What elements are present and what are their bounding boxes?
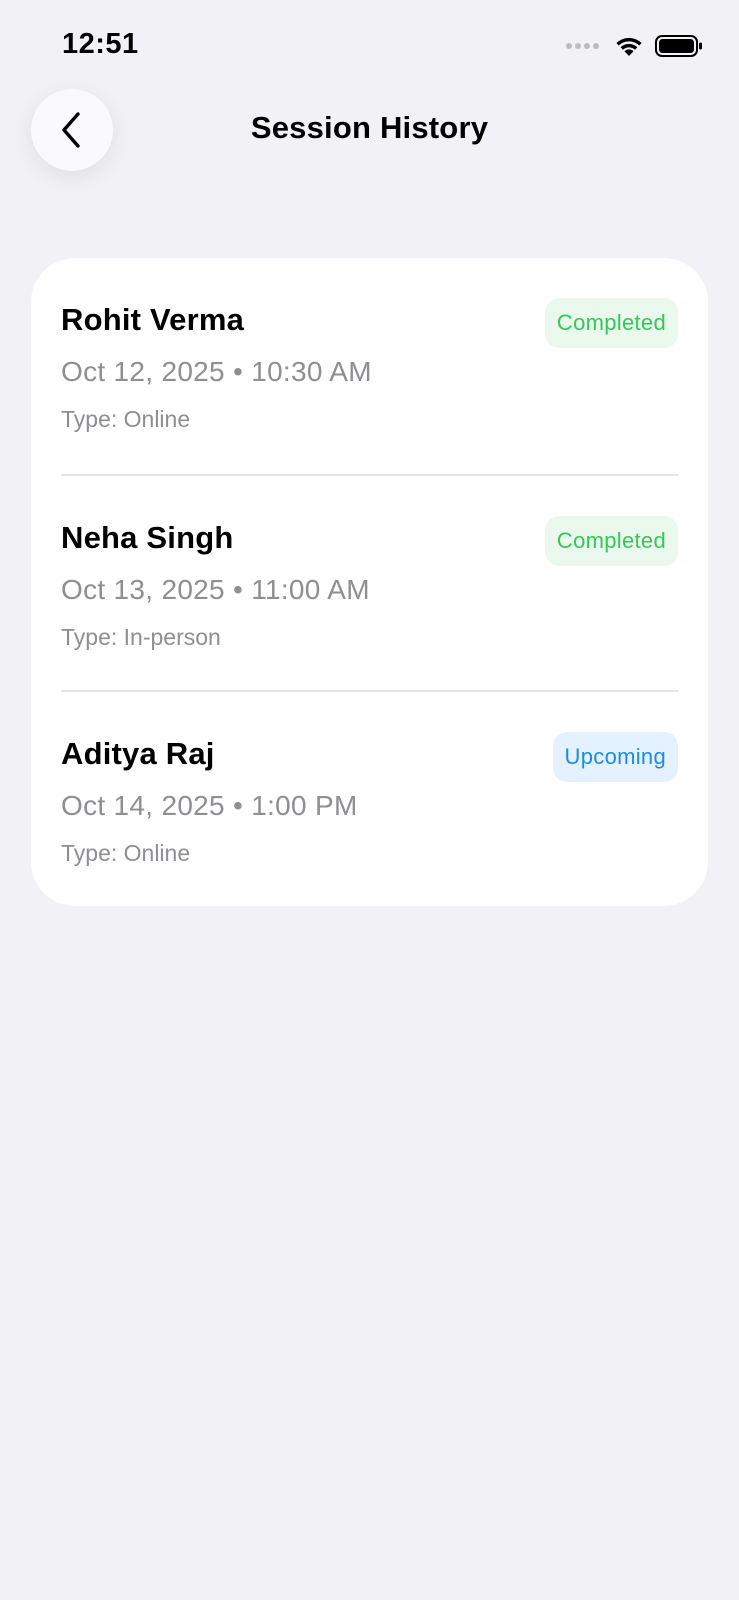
session-datetime: Oct 12, 2025 • 10:30 AM [61, 356, 372, 387]
session-row[interactable]: Aditya Raj Oct 14, 2025 • 1:00 PM Type: … [61, 690, 678, 906]
session-datetime: Oct 13, 2025 • 11:00 AM [61, 574, 370, 605]
session-name: Rohit Verma [61, 302, 245, 337]
session-name: Aditya Raj [61, 736, 215, 771]
status-time: 12:51 [62, 28, 139, 60]
status-badge: Completed [544, 298, 678, 348]
status-bar: 12:51 [0, 0, 739, 90]
status-badge: Upcoming [552, 732, 678, 782]
sessions-card: Rohit Verma Oct 12, 2025 • 10:30 AM Type… [31, 258, 708, 906]
wifi-icon [616, 37, 642, 56]
battery-icon [655, 35, 702, 57]
cellular-signal-icon [566, 43, 599, 49]
session-row[interactable]: Rohit Verma Oct 12, 2025 • 10:30 AM Type… [61, 258, 678, 474]
status-badge: Completed [544, 516, 678, 566]
session-name: Neha Singh [61, 520, 234, 555]
page-title: Session History [250, 110, 489, 145]
session-type: Type: Online [61, 406, 191, 432]
session-type: Type: Online [61, 840, 191, 866]
session-row[interactable]: Neha Singh Oct 13, 2025 • 11:00 AM Type:… [61, 474, 678, 690]
session-type: Type: In-person [61, 624, 221, 650]
status-icons [566, 34, 703, 58]
session-datetime: Oct 14, 2025 • 1:00 PM [61, 790, 358, 821]
